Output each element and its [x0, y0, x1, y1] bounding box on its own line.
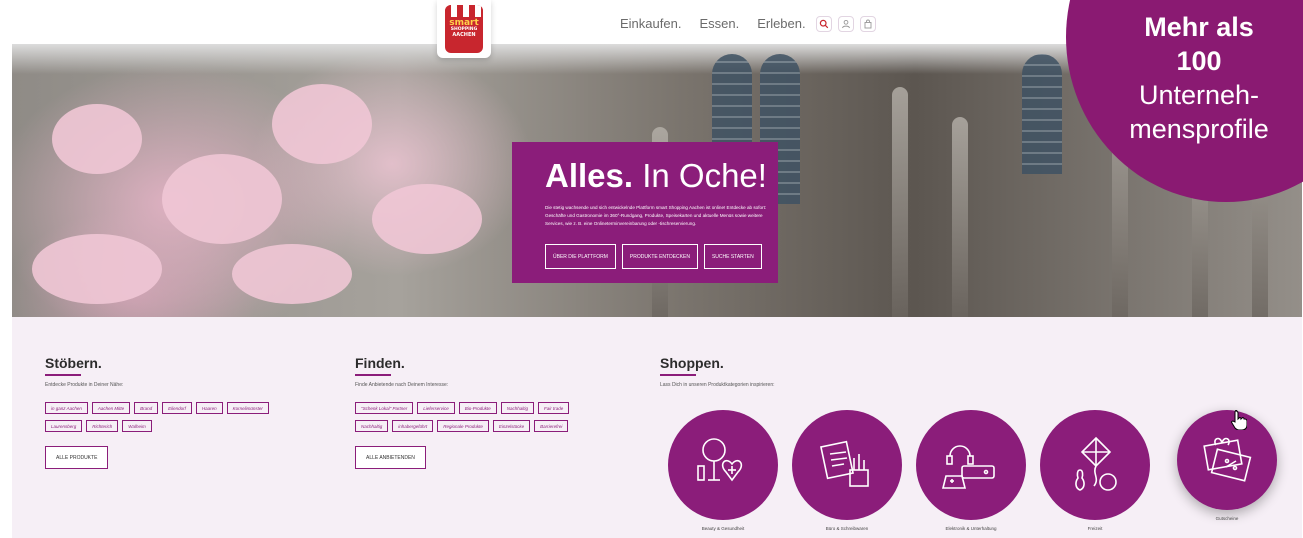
- all-products-button[interactable]: ALLE PRODUKTE: [45, 446, 109, 469]
- all-vendors-button[interactable]: ALLE ANBIETENDEN: [355, 446, 426, 469]
- magnolia-blossom: [272, 84, 372, 164]
- category-buero-label: Büro & Schreibwaren: [825, 526, 869, 531]
- shoppen-subtitle: Lass Dich in unseren Produktkategorien i…: [660, 382, 775, 388]
- promo-line-2: 100: [1176, 46, 1222, 76]
- category-elektronik[interactable]: Elektronik & Unterhaltung: [916, 410, 1026, 531]
- category-beauty[interactable]: Beauty & Gesundheit: [668, 410, 778, 531]
- leisure-icon[interactable]: [1040, 410, 1150, 520]
- shoppen-title: Shoppen.: [660, 355, 724, 371]
- magnolia-blossom: [162, 154, 282, 244]
- magnolia-blossom: [52, 104, 142, 174]
- logo-text: smart SHOPPING AACHEN: [445, 18, 483, 39]
- tag-brand[interactable]: Brand: [134, 402, 159, 414]
- nav-essen[interactable]: Essen.: [699, 16, 739, 31]
- stoebern-tags: in ganz Aachen Aachen Mitte Brand Eilend…: [45, 402, 269, 432]
- category-freizeit[interactable]: Freizeit: [1040, 410, 1150, 531]
- tag-richterich[interactable]: Richterich: [86, 420, 119, 432]
- stoebern-subtitle: Entdecke Produkte in Deiner Nähe:: [45, 382, 124, 388]
- page: smart SHOPPING AACHEN Einkaufen. Essen. …: [0, 0, 1303, 538]
- hero-buttons: ÜBER DIE PLATTFORM PRODUKTE ENTDECKEN SU…: [545, 244, 762, 269]
- content-section: Stöbern. Entdecke Produkte in Deiner Näh…: [12, 317, 1302, 538]
- promo-line-4: mensprofile: [1129, 114, 1269, 144]
- category-list: Beauty & Gesundheit Büro & Schreibwaren: [668, 410, 1298, 535]
- finden-column: Finden. Finde Anbietende nach Deinem Int…: [355, 355, 570, 469]
- hero-card: Alles. In Oche! Die stetig wachsende und…: [512, 142, 778, 283]
- nav-erleben[interactable]: Erleben.: [757, 16, 805, 31]
- category-gutscheine[interactable]: Gutscheine: [1172, 410, 1282, 521]
- category-freizeit-label: Freizeit: [1087, 526, 1103, 531]
- promo-text: Mehr als 100 Unterneh- mensprofile: [1108, 10, 1290, 146]
- hero-title-rest: In Oche!: [642, 157, 767, 194]
- magnolia-blossom: [32, 234, 162, 304]
- magnolia-blossom: [232, 244, 352, 304]
- tag-haaren[interactable]: Haaren: [195, 402, 223, 414]
- start-search-button[interactable]: SUCHE STARTEN: [703, 244, 762, 269]
- tag-inhabergefuehrt[interactable]: inhabergeführt: [392, 420, 434, 432]
- hero-title: Alles. In Oche!: [545, 157, 767, 194]
- tag-laurensberg[interactable]: Laurensberg: [45, 420, 83, 432]
- logo-awning: [445, 5, 483, 17]
- logo-line-3: AACHEN: [452, 32, 476, 39]
- cathedral-window: [1022, 54, 1062, 174]
- tag-walheim[interactable]: Walheim: [122, 420, 152, 432]
- tag-nachhaltig-2[interactable]: Nachhaltig: [355, 420, 389, 432]
- tag-aachen-mitte[interactable]: Aachen Mitte: [91, 402, 131, 414]
- shoppen-column: Shoppen. Lass Dich in unseren Produktkat…: [660, 355, 775, 388]
- tag-fair-trade[interactable]: Fair trade: [538, 402, 570, 414]
- tag-lieferservice[interactable]: Lieferservice: [417, 402, 455, 414]
- stoebern-title: Stöbern.: [45, 355, 102, 371]
- title-underline: [660, 374, 696, 376]
- electronics-icon[interactable]: [916, 410, 1026, 520]
- title-underline: [355, 374, 391, 376]
- tag-barrierefrei[interactable]: Barrierefrei: [534, 420, 569, 432]
- finden-title: Finden.: [355, 355, 405, 371]
- tag-einzelstuecke[interactable]: Einzelstücke: [492, 420, 531, 432]
- finden-tags: "Schenk Lokal" Partner Lieferservice Bio…: [355, 402, 570, 432]
- hand-cursor-icon: [1231, 409, 1248, 435]
- logo-mark: smart SHOPPING AACHEN: [445, 5, 483, 53]
- tag-nachhaltig[interactable]: Nachhaltig: [500, 402, 535, 414]
- hero-description: Die stetig wachsende und sich entwickeln…: [545, 205, 767, 226]
- site-logo[interactable]: smart SHOPPING AACHEN: [437, 0, 491, 58]
- promo-line-3: Unterneh-: [1138, 80, 1260, 110]
- voucher-icon[interactable]: [1177, 410, 1277, 510]
- tag-kornelimuenster[interactable]: Kornelimünster: [226, 402, 269, 414]
- stoebern-column: Stöbern. Entdecke Produkte in Deiner Näh…: [45, 355, 269, 469]
- stationery-icon[interactable]: [792, 410, 902, 520]
- promo-line-1: Mehr als: [1144, 12, 1254, 42]
- beauty-icon[interactable]: [668, 410, 778, 520]
- about-platform-button[interactable]: ÜBER DIE PLATTFORM: [545, 244, 616, 269]
- tag-in-ganz-aachen[interactable]: in ganz Aachen: [45, 402, 88, 414]
- category-buero[interactable]: Büro & Schreibwaren: [792, 410, 902, 531]
- tag-eilendorf[interactable]: Eilendorf: [162, 402, 192, 414]
- user-icon[interactable]: [838, 16, 854, 32]
- nav-einkaufen[interactable]: Einkaufen.: [620, 16, 681, 31]
- discover-products-button[interactable]: PRODUKTE ENTDECKEN: [621, 244, 698, 269]
- magnolia-blossom: [372, 184, 482, 254]
- tag-schenk-lokal[interactable]: "Schenk Lokal" Partner: [355, 402, 414, 414]
- cathedral-pillar: [952, 117, 968, 317]
- title-underline: [45, 374, 81, 376]
- finden-subtitle: Finde Anbietende nach Deinem Interesse:: [355, 382, 449, 388]
- category-gutscheine-label: Gutscheine: [1215, 516, 1239, 521]
- search-icon[interactable]: [816, 16, 832, 32]
- main-nav: Einkaufen. Essen. Erleben.: [620, 16, 806, 31]
- tag-bio-produkte[interactable]: Bio-Produkte: [458, 402, 497, 414]
- nav-icons: [816, 16, 876, 32]
- category-elektronik-label: Elektronik & Unterhaltung: [945, 526, 997, 531]
- tag-regionale-produkte[interactable]: Regionale Produkte: [437, 420, 489, 432]
- category-beauty-label: Beauty & Gesundheit: [701, 526, 745, 531]
- cathedral-pillar: [892, 87, 908, 317]
- bag-icon[interactable]: [860, 16, 876, 32]
- hero-title-bold: Alles.: [545, 157, 634, 194]
